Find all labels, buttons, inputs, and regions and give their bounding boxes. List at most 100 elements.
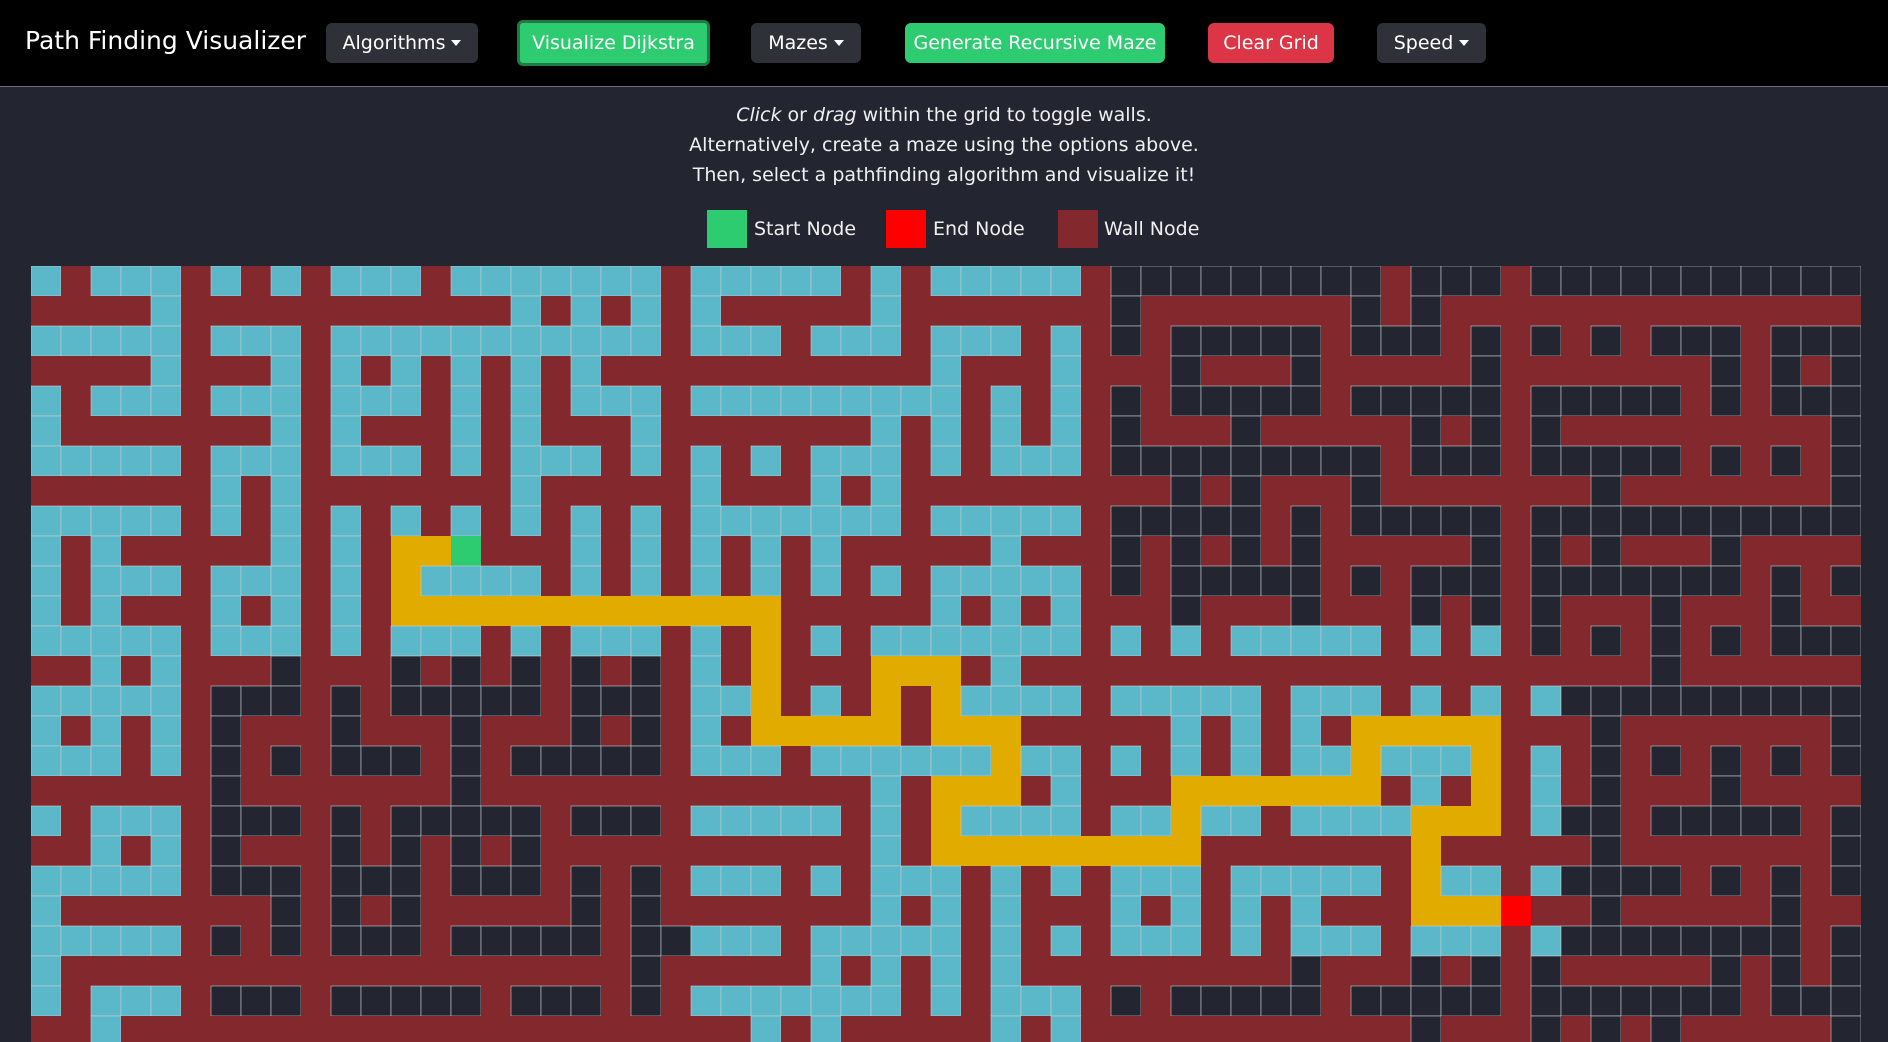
grid-cell-visited[interactable] <box>570 355 602 387</box>
grid-cell-path[interactable] <box>1051 836 1081 866</box>
grid-cell-empty[interactable] <box>480 685 512 717</box>
grid-cell-wall[interactable] <box>91 416 121 446</box>
grid-cell-wall[interactable] <box>1381 686 1411 716</box>
grid-cell-wall[interactable] <box>31 836 61 866</box>
grid-cell-wall[interactable] <box>1561 356 1591 386</box>
grid-cell-empty[interactable] <box>210 685 242 717</box>
grid-cell-empty[interactable] <box>1590 1015 1622 1042</box>
grid-cell-wall[interactable] <box>1231 1016 1261 1042</box>
grid-cell-empty[interactable] <box>1110 385 1142 417</box>
grid-cell-wall[interactable] <box>841 536 871 566</box>
grid-cell-wall[interactable] <box>481 1016 511 1042</box>
grid-cell-path[interactable] <box>901 656 931 686</box>
grid-cell-visited[interactable] <box>930 625 962 657</box>
grid-cell-wall[interactable] <box>481 416 511 446</box>
grid-cell-wall[interactable] <box>661 536 691 566</box>
grid-cell-visited[interactable] <box>690 445 722 477</box>
grid-cell-wall[interactable] <box>121 836 151 866</box>
grid-cell-empty[interactable] <box>1230 985 1262 1017</box>
grid-cell-visited[interactable] <box>1050 385 1082 417</box>
grid-cell-visited[interactable] <box>1050 266 1082 297</box>
grid-cell-wall[interactable] <box>541 806 571 836</box>
grid-cell-wall[interactable] <box>421 926 451 956</box>
grid-cell-wall[interactable] <box>1531 716 1561 746</box>
grid-cell-visited[interactable] <box>990 505 1022 537</box>
grid-cell-visited[interactable] <box>570 266 602 297</box>
grid-cell-wall[interactable] <box>481 986 511 1016</box>
grid-cell-visited[interactable] <box>1470 625 1502 657</box>
grid-cell-wall[interactable] <box>841 866 871 896</box>
grid-cell-wall[interactable] <box>61 806 91 836</box>
grid-cell-empty[interactable] <box>390 925 422 957</box>
grid-cell-wall[interactable] <box>1351 356 1381 386</box>
grid-cell-empty[interactable] <box>1650 655 1682 687</box>
grid-cell-visited[interactable] <box>1020 565 1052 597</box>
grid-cell-wall[interactable] <box>721 1016 751 1042</box>
grid-cell-wall[interactable] <box>721 566 751 596</box>
grid-cell-wall[interactable] <box>1231 596 1261 626</box>
grid-cell-wall[interactable] <box>421 356 451 386</box>
grid-cell-wall[interactable] <box>61 896 91 926</box>
grid-cell-wall[interactable] <box>301 986 331 1016</box>
grid-cell-wall[interactable] <box>1501 536 1531 566</box>
grid-cell-wall[interactable] <box>181 386 211 416</box>
grid-cell-empty[interactable] <box>1650 595 1682 627</box>
grid-cell-wall[interactable] <box>661 446 691 476</box>
grid-cell-wall[interactable] <box>211 536 241 566</box>
grid-cell-visited[interactable] <box>960 565 992 597</box>
grid-cell-visited[interactable] <box>270 266 302 297</box>
grid-cell-wall[interactable] <box>361 566 391 596</box>
grid-cell-visited[interactable] <box>90 625 122 657</box>
grid-cell-wall[interactable] <box>781 836 811 866</box>
grid-cell-visited[interactable] <box>60 505 92 537</box>
grid-cell-wall[interactable] <box>181 896 211 926</box>
grid-cell-visited[interactable] <box>1020 985 1052 1017</box>
grid-cell-wall[interactable] <box>331 296 361 326</box>
grid-cell-wall[interactable] <box>1351 656 1381 686</box>
grid-cell-wall[interactable] <box>1381 596 1411 626</box>
grid-cell-wall[interactable] <box>481 446 511 476</box>
grid-cell-empty[interactable] <box>510 745 542 777</box>
grid-cell-visited[interactable] <box>150 445 182 477</box>
grid-cell-empty[interactable] <box>1380 325 1412 357</box>
grid-cell-wall[interactable] <box>31 656 61 686</box>
grid-cell-empty[interactable] <box>1290 445 1322 477</box>
grid-cell-empty[interactable] <box>1560 385 1592 417</box>
grid-cell-wall[interactable] <box>601 956 631 986</box>
grid-cell-wall[interactable] <box>1741 866 1771 896</box>
grid-cell-visited[interactable] <box>990 535 1022 567</box>
grid-cell-wall[interactable] <box>1651 776 1681 806</box>
grid-cell-wall[interactable] <box>1651 536 1681 566</box>
grid-cell-empty[interactable] <box>1560 565 1592 597</box>
grid-cell-wall[interactable] <box>1711 476 1741 506</box>
grid-cell-visited[interactable] <box>930 355 962 387</box>
grid-cell-empty[interactable] <box>1410 385 1442 417</box>
grid-cell-visited[interactable] <box>780 805 812 837</box>
grid-cell-wall[interactable] <box>601 836 631 866</box>
grid-cell-wall[interactable] <box>1141 356 1171 386</box>
grid-cell-path[interactable] <box>781 716 811 746</box>
grid-cell-empty[interactable] <box>1710 385 1742 417</box>
grid-cell-wall[interactable] <box>1471 296 1501 326</box>
grid-cell-wall[interactable] <box>61 296 91 326</box>
grid-cell-wall[interactable] <box>421 416 451 446</box>
grid-cell-wall[interactable] <box>601 926 631 956</box>
grid-cell-path[interactable] <box>1411 836 1441 866</box>
grid-cell-visited[interactable] <box>31 625 62 657</box>
grid-cell-empty[interactable] <box>540 985 572 1017</box>
grid-cell-wall[interactable] <box>361 626 391 656</box>
grid-cell-wall[interactable] <box>1231 836 1261 866</box>
grid-cell-wall[interactable] <box>1261 836 1291 866</box>
grid-cell-wall[interactable] <box>91 296 121 326</box>
grid-cell-visited[interactable] <box>31 415 62 447</box>
grid-cell-path[interactable] <box>571 596 601 626</box>
grid-cell-wall[interactable] <box>451 896 481 926</box>
grid-cell-wall[interactable] <box>361 806 391 836</box>
grid-cell-visited[interactable] <box>480 266 512 297</box>
grid-cell-empty[interactable] <box>1470 955 1502 987</box>
grid-cell-wall[interactable] <box>1441 326 1471 356</box>
grid-cell-wall[interactable] <box>541 656 571 686</box>
grid-cell-wall[interactable] <box>1621 806 1651 836</box>
grid-cell-visited[interactable] <box>1470 865 1502 897</box>
grid-cell-visited[interactable] <box>1320 865 1352 897</box>
